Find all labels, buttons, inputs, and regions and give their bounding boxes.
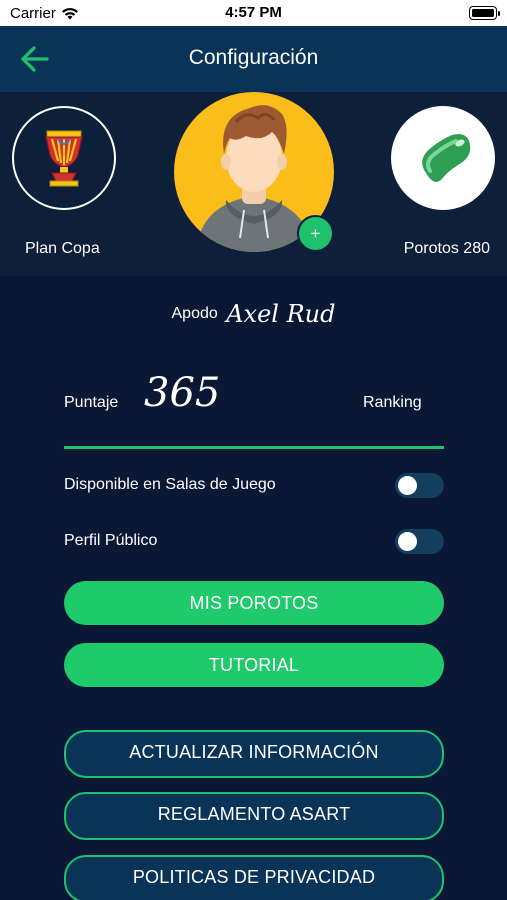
plan-badge[interactable]: [12, 106, 116, 210]
toggle-knob: [398, 476, 417, 495]
ranking-label[interactable]: Ranking: [363, 394, 422, 412]
rules-button[interactable]: REGLAMENTO ASART: [64, 792, 444, 840]
mis-porotos-button[interactable]: MIS POROTOS: [64, 581, 444, 625]
trophy-icon: [45, 130, 83, 187]
toggle-label-available: Disponible en Salas de Juego: [64, 476, 276, 493]
toggle-row-public-profile: Perfil Público: [64, 529, 444, 555]
page-title: Configuración: [188, 46, 319, 69]
nav-bar: Configuración: [0, 26, 507, 92]
nickname-row: Apodo Axel Rud: [0, 300, 507, 328]
bean-icon: [422, 134, 471, 182]
toggle-knob: [398, 532, 417, 551]
toggle-public-profile[interactable]: [395, 529, 444, 554]
nickname-label: Apodo: [171, 305, 218, 322]
status-time: 4:57 PM: [225, 4, 282, 21]
score-value: 365: [144, 370, 221, 416]
toggle-label-public-profile: Perfil Público: [64, 532, 158, 549]
divider: [64, 446, 444, 449]
privacy-policy-button[interactable]: POLITICAS DE PRIVACIDAD: [64, 855, 444, 900]
profile-band: + Plan Copa Porotos 280: [0, 92, 507, 276]
beans-label: Porotos 280: [403, 240, 490, 257]
toggle-row-available: Disponible en Salas de Juego: [64, 473, 444, 499]
nickname-value: Axel Rud: [226, 300, 336, 328]
plan-label: Plan Copa: [25, 240, 100, 257]
add-photo-button[interactable]: +: [297, 215, 334, 252]
update-info-button[interactable]: ACTUALIZAR INFORMACIÓN: [64, 730, 444, 778]
score-label: Puntaje: [64, 394, 119, 411]
beans-badge[interactable]: [391, 106, 495, 210]
status-bar: Carrier 4:57 PM: [0, 0, 507, 26]
toggle-available[interactable]: [395, 473, 444, 498]
battery-icon: [469, 6, 500, 20]
tutorial-button[interactable]: TUTORIAL: [64, 643, 444, 687]
